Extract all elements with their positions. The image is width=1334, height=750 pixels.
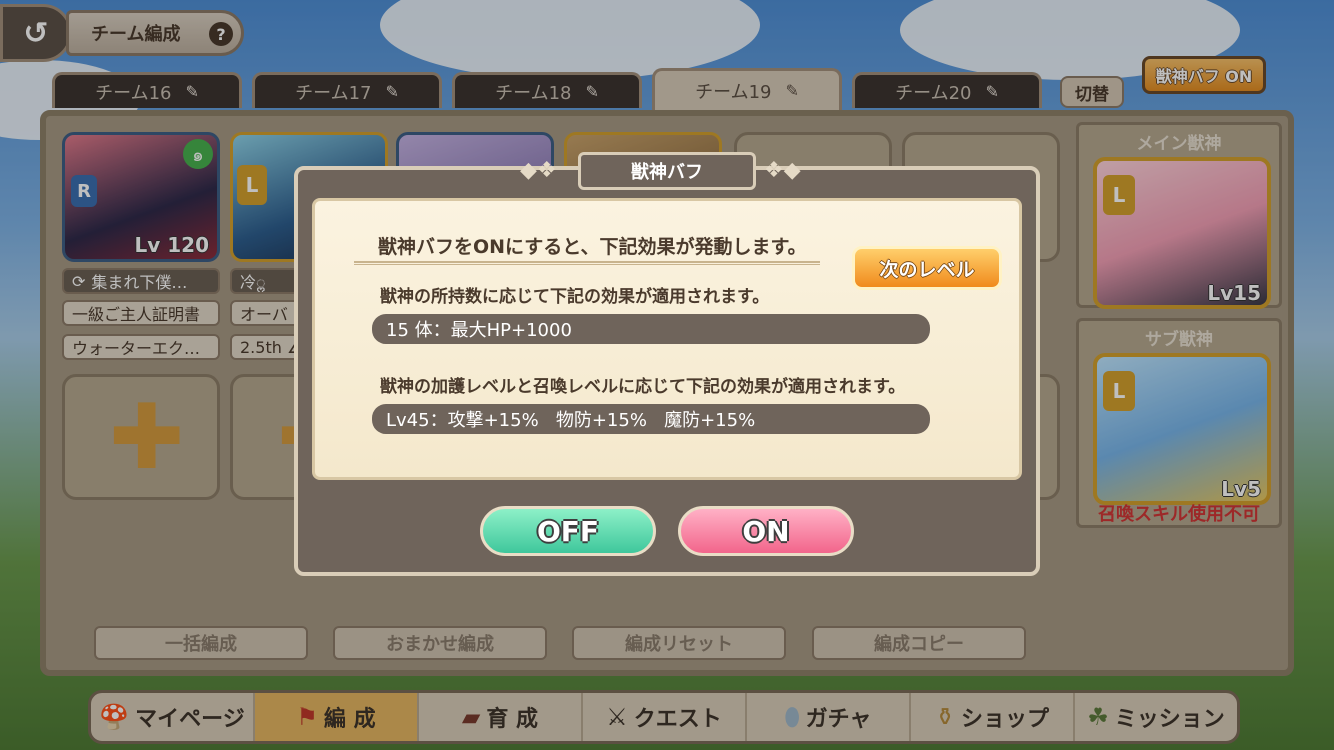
ornament-left-icon: ◆❖ — [520, 158, 557, 183]
effect-1-bar: 15 体：最大HP+1000 — [372, 314, 930, 344]
dialog-headline: 獣神バフをONにすると、下記効果が発動します。 — [378, 236, 807, 258]
dialog-title: 獣神バフ — [578, 152, 756, 190]
effect-2-bar: Lv45：攻撃+15% 物防+15% 魔防+15% — [372, 404, 930, 434]
ornament-right-icon: ❖◆ — [764, 158, 801, 183]
effect-section-2-text: 獣神の加護レベルと召喚レベルに応じて下記の効果が適用されます。 — [380, 377, 906, 397]
headline-divider — [354, 261, 820, 265]
on-button[interactable]: ON — [678, 506, 854, 556]
next-level-button[interactable]: 次のレベル — [852, 246, 1002, 290]
off-button[interactable]: OFF — [480, 506, 656, 556]
effect-section-1-text: 獣神の所持数に応じて下記の効果が適用されます。 — [380, 287, 770, 307]
